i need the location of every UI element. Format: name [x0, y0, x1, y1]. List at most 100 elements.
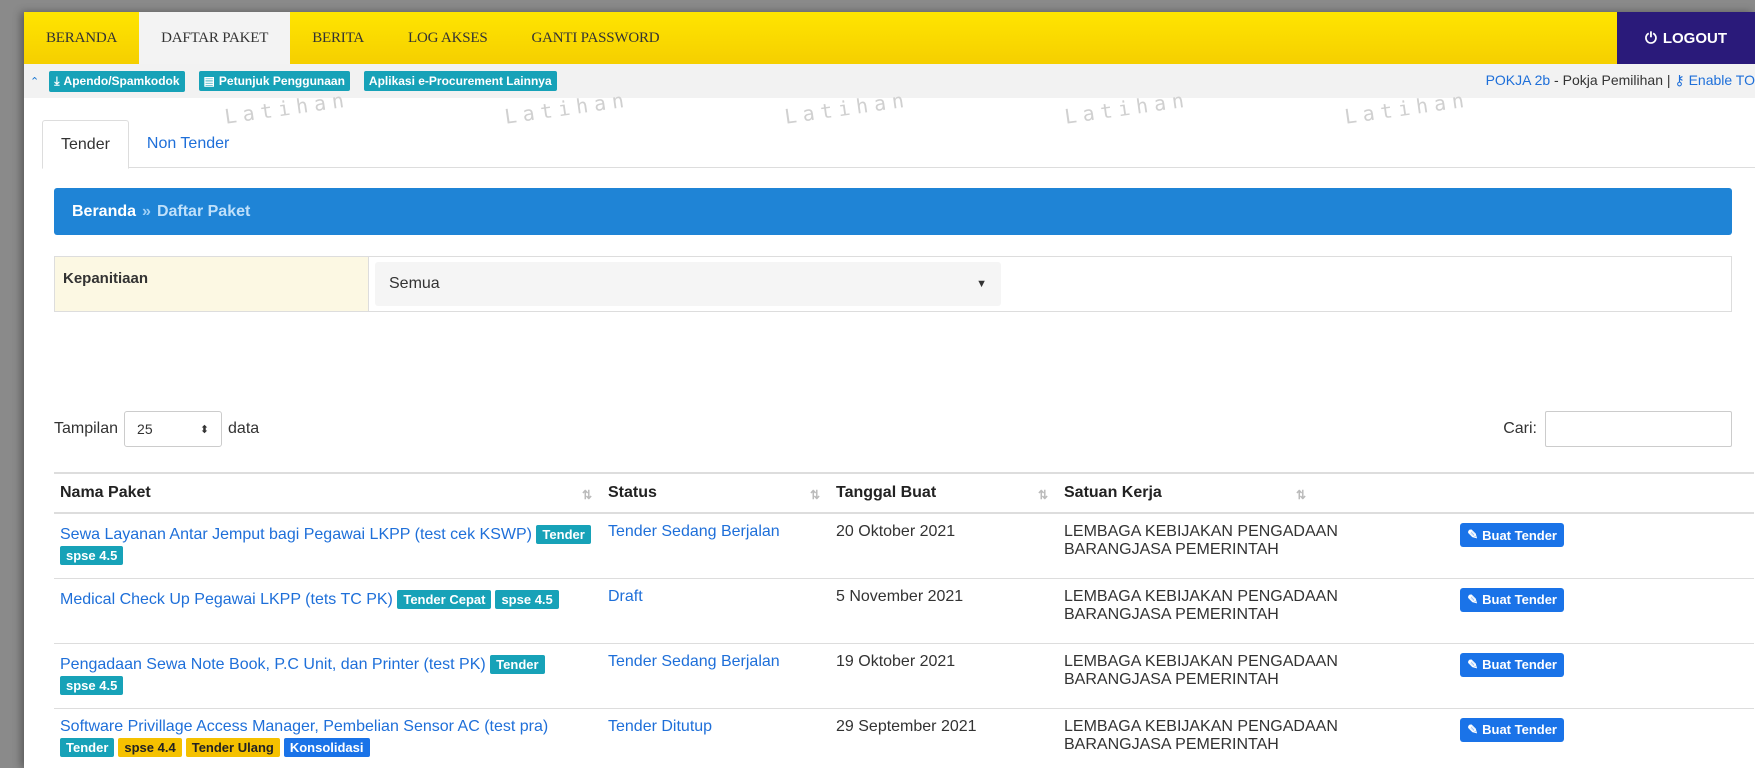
- page-length: Tampilan 25 ⬍ data: [54, 410, 259, 448]
- search-input[interactable]: [1545, 411, 1732, 447]
- table-search: Cari:: [1503, 410, 1732, 448]
- cell-satuan-kerja: LEMBAGA KEBIJAKAN PENGADAAN BARANGJASA P…: [1058, 643, 1438, 709]
- col-satuan-kerja[interactable]: Satuan Kerja ⇅: [1058, 472, 1438, 514]
- col-label: Status: [608, 484, 657, 501]
- apendo-button[interactable]: ⤓ Apendo/Spamkodok: [49, 70, 185, 92]
- app-window: BERANDA DAFTAR PAKET BERITA LOG AKSES GA…: [24, 12, 1755, 768]
- nav-ganti-password[interactable]: GANTI PASSWORD: [509, 12, 681, 64]
- tab-non-tender[interactable]: Non Tender: [129, 120, 247, 167]
- cell-satuan-kerja: LEMBAGA KEBIJAKAN PENGADAAN BARANGJASA P…: [1058, 578, 1438, 644]
- edit-icon: ✎: [1467, 591, 1479, 607]
- edit-icon: ✎: [1467, 721, 1479, 737]
- buat-tender-button[interactable]: ✎ Buat Tender: [1460, 717, 1564, 742]
- tender-tabs: Tender Non Tender: [42, 120, 1755, 169]
- tab-tender[interactable]: Tender: [42, 120, 129, 169]
- search-label: Cari:: [1503, 420, 1537, 437]
- package-link[interactable]: Sewa Layanan Antar Jemput bagi Pegawai L…: [60, 526, 532, 543]
- cell-nama-paket: Software Privillage Access Manager, Pemb…: [54, 708, 602, 768]
- breadcrumb-current: Daftar Paket: [156, 202, 251, 220]
- package-badge: Tender Cepat: [397, 589, 492, 609]
- table-row: Pengadaan Sewa Note Book, P.C Unit, dan …: [54, 643, 1754, 709]
- eproc-apps-label: Aplikasi e-Procurement Lainnya: [368, 74, 552, 88]
- page-length-label: Tampilan: [54, 420, 119, 437]
- breadcrumb-home[interactable]: Beranda: [72, 203, 136, 221]
- cell-action: ✎ Buat Tender: [1438, 578, 1754, 644]
- collapse-icon[interactable]: ⌃: [30, 75, 39, 88]
- buat-tender-label: Buat Tender: [1482, 722, 1557, 737]
- power-icon: ⏻: [1644, 29, 1657, 47]
- eproc-apps-button[interactable]: Aplikasi e-Procurement Lainnya: [363, 71, 557, 91]
- kepanitiaan-filter: Kepanitiaan Semua ▼: [54, 256, 1732, 312]
- kepanitiaan-value: Semua: [389, 275, 440, 292]
- sort-icon: ⇅: [809, 488, 820, 502]
- cell-nama-paket: Sewa Layanan Antar Jemput bagi Pegawai L…: [54, 513, 602, 579]
- cell-tanggal: 19 Oktober 2021: [830, 643, 1058, 709]
- buat-tender-button[interactable]: ✎ Buat Tender: [1460, 587, 1564, 612]
- edit-icon: ✎: [1467, 527, 1479, 542]
- table-row: Software Privillage Access Manager, Pemb…: [54, 708, 1754, 768]
- cell-satuan-kerja: LEMBAGA KEBIJAKAN PENGADAAN BARANGJASA P…: [1058, 708, 1438, 768]
- apendo-label: Apendo/Spamkodok: [63, 74, 180, 88]
- cell-tanggal: 29 September 2021: [830, 708, 1058, 768]
- cell-status: Tender Sedang Berjalan: [602, 643, 830, 709]
- col-tanggal-buat[interactable]: Tanggal Buat ⇅: [830, 472, 1058, 514]
- sort-icon: ⇅: [1037, 488, 1048, 502]
- logout-button[interactable]: ⏻ LOGOUT: [1617, 12, 1755, 64]
- table-row: Medical Check Up Pegawai LKPP (tets TC P…: [54, 578, 1754, 644]
- cell-nama-paket: Pengadaan Sewa Note Book, P.C Unit, dan …: [54, 643, 602, 709]
- top-navbar: BERANDA DAFTAR PAKET BERITA LOG AKSES GA…: [24, 12, 1755, 64]
- package-badge: spse 4.5: [60, 675, 124, 695]
- col-nama-paket[interactable]: Nama Paket ⇅: [54, 472, 602, 514]
- page-length-select[interactable]: 25 ⬍: [124, 411, 223, 447]
- petunjuk-label: Petunjuk Penggunaan: [218, 74, 345, 88]
- table-header-row: Nama Paket ⇅ Status ⇅ Tanggal Buat ⇅ Satuan…: [54, 472, 1754, 514]
- key-icon: ⚷: [1674, 72, 1689, 88]
- user-role-link[interactable]: POKJA 2b: [1486, 72, 1551, 88]
- cell-action: ✎ Buat Tender: [1438, 708, 1754, 768]
- buat-tender-button[interactable]: ✎ Buat Tender: [1460, 652, 1564, 677]
- table-row: Sewa Layanan Antar Jemput bagi Pegawai L…: [54, 513, 1754, 579]
- nav-log-akses[interactable]: LOG AKSES: [386, 12, 509, 64]
- col-action: [1438, 472, 1754, 514]
- package-link[interactable]: Software Privillage Access Manager, Pemb…: [60, 718, 548, 735]
- status-link[interactable]: Draft: [608, 588, 643, 605]
- cell-status: Tender Ditutup: [602, 708, 830, 768]
- sort-icon: ⇅: [581, 488, 592, 502]
- status-link[interactable]: Tender Sedang Berjalan: [608, 523, 780, 540]
- col-label: Satuan Kerja: [1064, 484, 1162, 501]
- kepanitiaan-select[interactable]: Semua ▼: [375, 262, 1001, 306]
- updown-icon: ⬍: [199, 423, 210, 436]
- col-status[interactable]: Status ⇅: [602, 472, 830, 514]
- cell-status: Draft: [602, 578, 830, 644]
- buat-tender-label: Buat Tender: [1482, 657, 1557, 672]
- col-label: Nama Paket: [60, 484, 151, 501]
- nav-berita[interactable]: BERITA: [290, 12, 386, 64]
- package-badge: Tender: [490, 654, 545, 674]
- breadcrumb: Beranda » Daftar Paket: [54, 188, 1732, 235]
- package-badge: spse 4.5: [495, 589, 559, 609]
- user-role-desc: - Pokja Pemilihan |: [1550, 72, 1675, 88]
- edit-icon: ✎: [1467, 656, 1479, 672]
- package-link[interactable]: Pengadaan Sewa Note Book, P.C Unit, dan …: [60, 656, 486, 673]
- cell-action: ✎ Buat Tender: [1438, 513, 1754, 579]
- page-length-value: 25: [137, 421, 153, 437]
- nav-daftar-paket[interactable]: DAFTAR PAKET: [139, 12, 291, 64]
- status-link[interactable]: Tender Ditutup: [608, 718, 712, 735]
- buat-tender-button[interactable]: ✎ Buat Tender: [1460, 523, 1564, 547]
- petunjuk-button[interactable]: ▤ Petunjuk Penggunaan: [198, 71, 350, 91]
- nav-beranda[interactable]: BERANDA: [24, 12, 139, 64]
- enable-to-link[interactable]: Enable TO: [1689, 72, 1755, 88]
- paket-table: Nama Paket ⇅ Status ⇅ Tanggal Buat ⇅ Satuan…: [54, 472, 1754, 768]
- breadcrumb-separator: »: [142, 202, 151, 220]
- status-link[interactable]: Tender Sedang Berjalan: [608, 653, 780, 670]
- sort-icon: ⇅: [1295, 488, 1306, 502]
- package-badge: Tender Ulang: [185, 737, 280, 757]
- cell-nama-paket: Medical Check Up Pegawai LKPP (tets TC P…: [54, 578, 602, 644]
- package-link[interactable]: Medical Check Up Pegawai LKPP (tets TC P…: [60, 591, 393, 608]
- logout-label: LOGOUT: [1662, 29, 1728, 47]
- table-controls: Tampilan 25 ⬍ data Cari:: [54, 410, 1732, 448]
- cell-tanggal: 5 November 2021: [830, 578, 1058, 644]
- package-badge: Tender: [536, 525, 591, 544]
- package-badge: spse 4.5: [60, 546, 124, 565]
- buat-tender-label: Buat Tender: [1482, 527, 1557, 543]
